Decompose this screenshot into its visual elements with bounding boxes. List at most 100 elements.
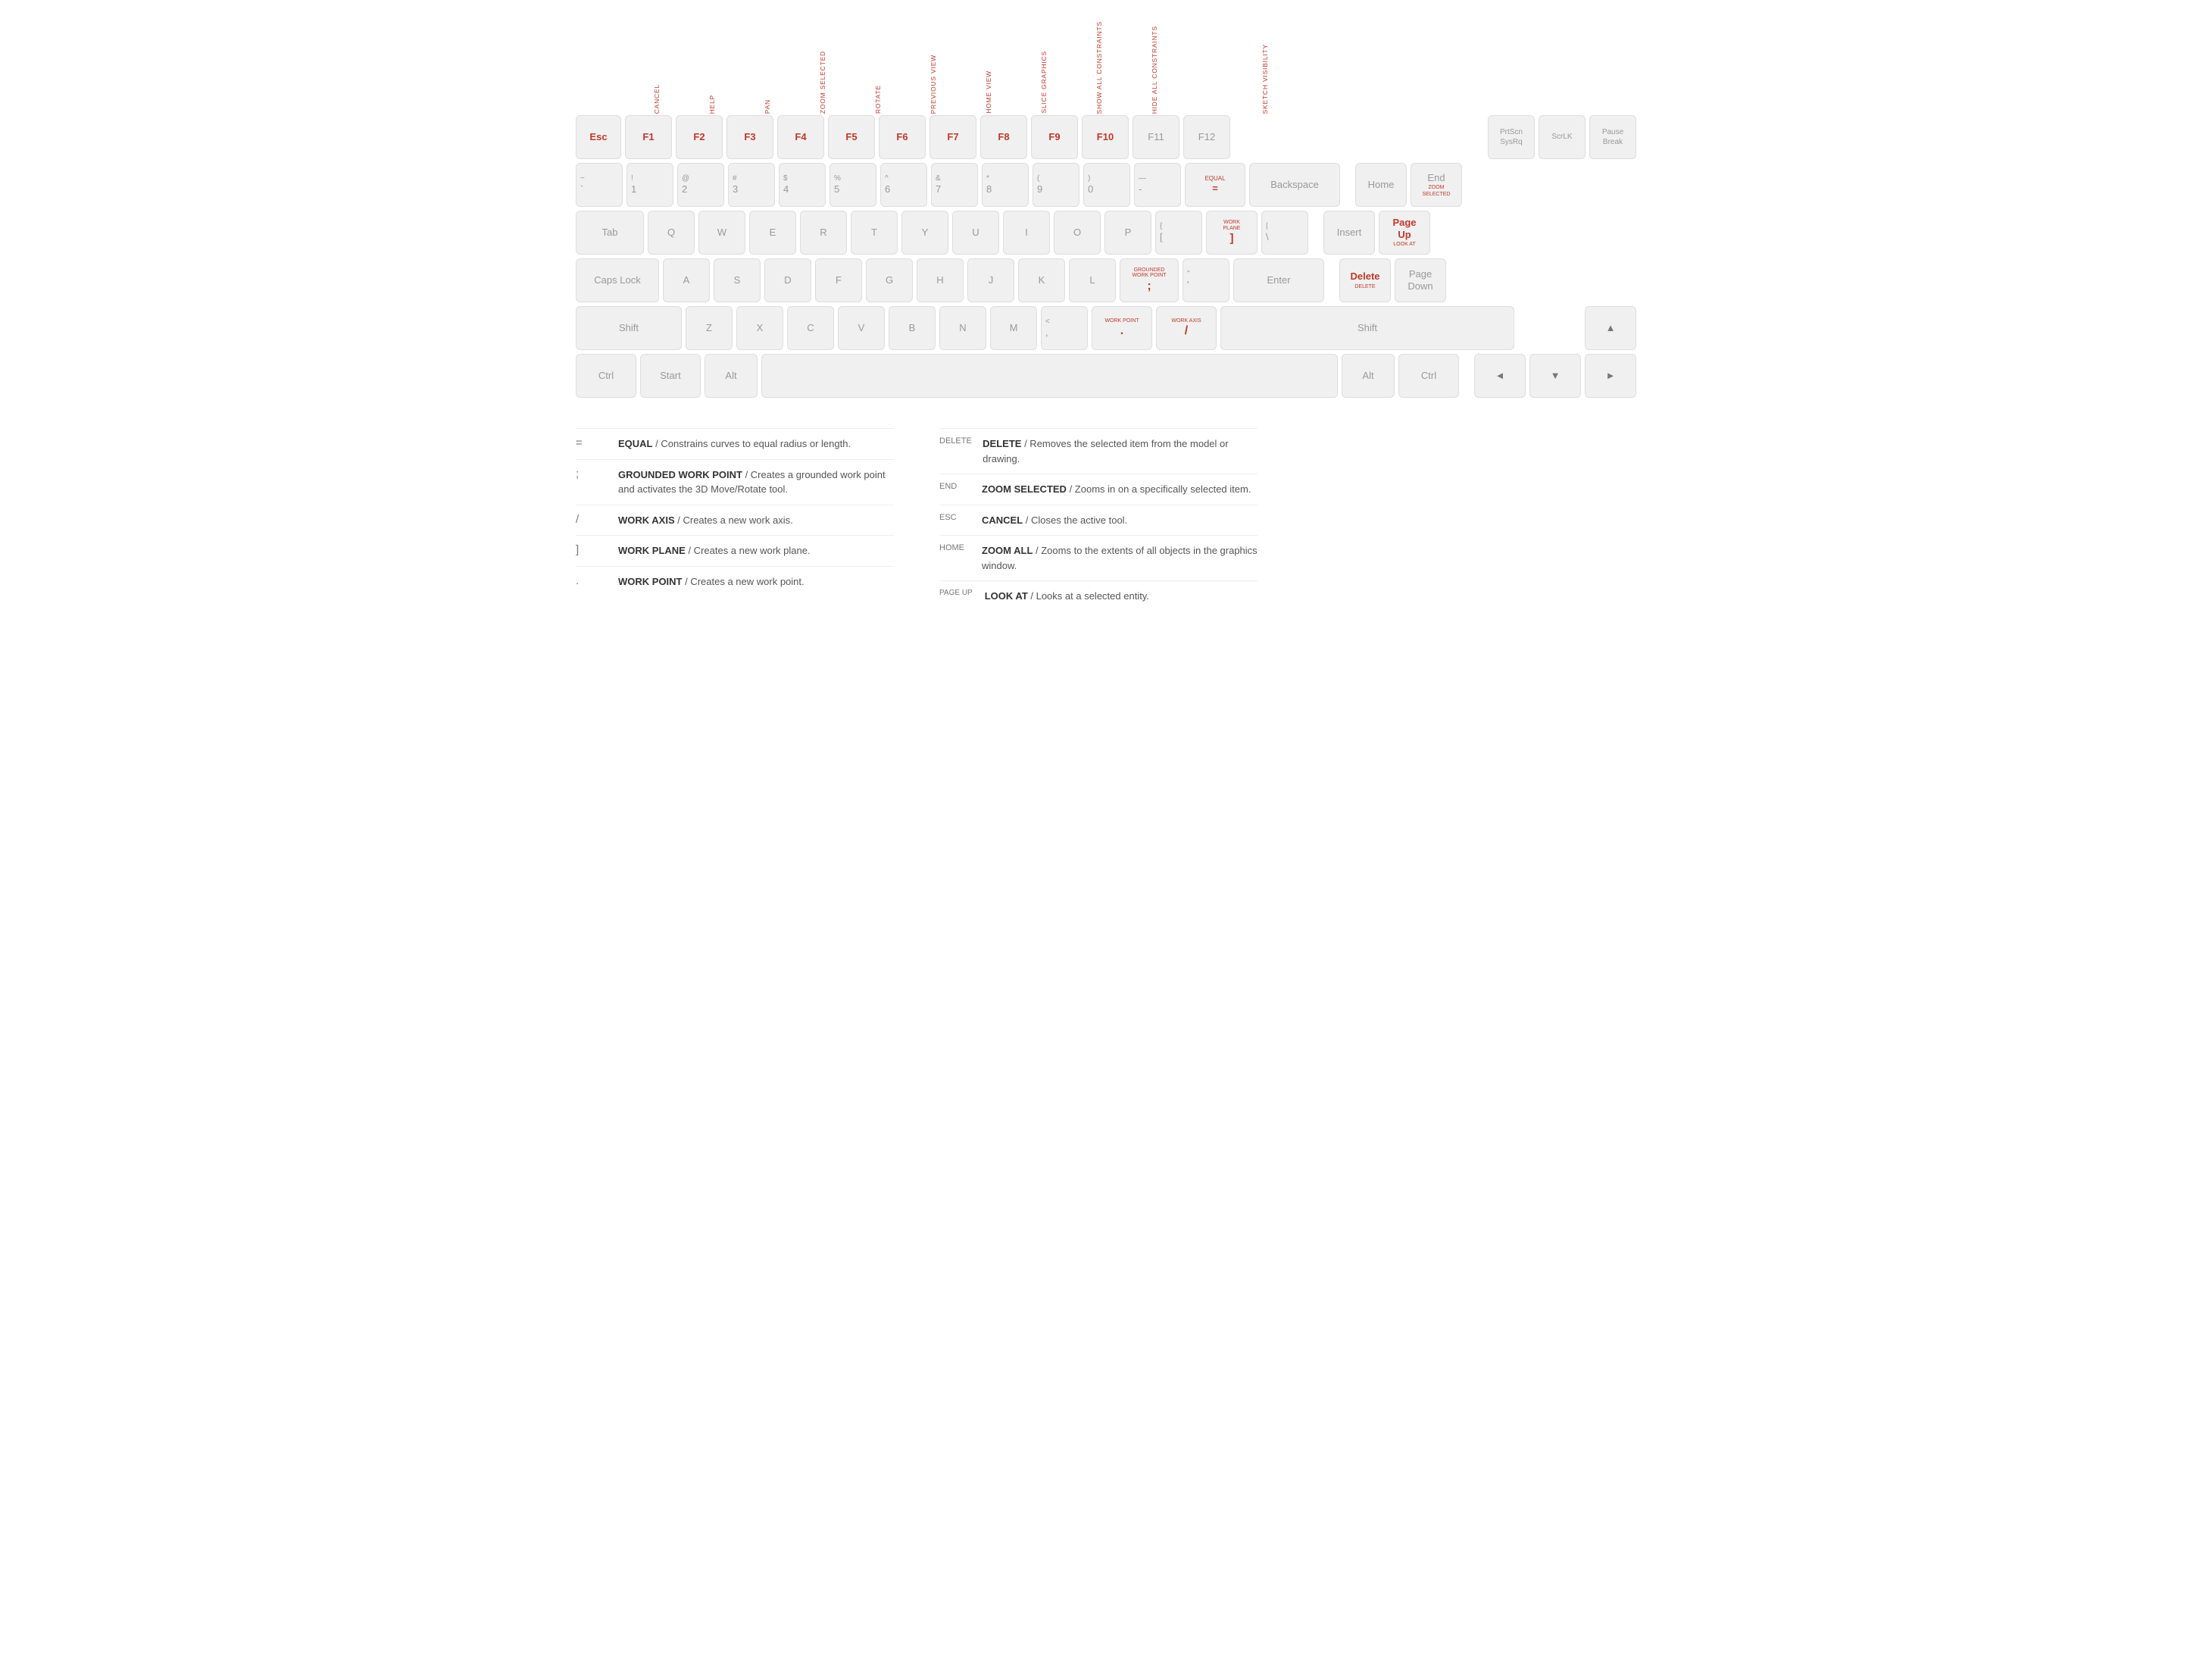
key-b[interactable]: B <box>889 306 936 350</box>
key-tab[interactable]: Tab <box>576 211 644 255</box>
tab-row-gap <box>1312 211 1320 255</box>
key-enter[interactable]: Enter <box>1233 258 1324 302</box>
key-minus[interactable]: — - <box>1134 163 1181 207</box>
key-2[interactable]: @ 2 <box>677 163 724 207</box>
w-label: W <box>717 227 726 239</box>
alt-right-label: Alt <box>1362 370 1373 382</box>
key-f1[interactable]: F1 <box>625 115 672 159</box>
key-n[interactable]: N <box>939 306 986 350</box>
key-alt-right[interactable]: Alt <box>1342 354 1395 398</box>
key-j[interactable]: J <box>967 258 1014 302</box>
key-7[interactable]: & 7 <box>931 163 978 207</box>
key-bracket-close[interactable]: WORKPLANE ] <box>1206 211 1258 255</box>
key-ctrl-right[interactable]: Ctrl <box>1398 354 1459 398</box>
j-label: J <box>989 274 994 286</box>
key-up[interactable]: ▲ <box>1585 306 1636 350</box>
key-pagedown[interactable]: PageDown <box>1395 258 1446 302</box>
key-8[interactable]: * 8 <box>982 163 1029 207</box>
key-4[interactable]: $ 4 <box>779 163 826 207</box>
key-delete[interactable]: Delete DELETE <box>1339 258 1391 302</box>
key-1-bot: 1 <box>631 183 636 195</box>
start-label: Start <box>660 370 680 382</box>
key-5[interactable]: % 5 <box>830 163 876 207</box>
key-left[interactable]: ◄ <box>1474 354 1526 398</box>
key-f9[interactable]: F9 <box>1031 115 1078 159</box>
key-shift-right[interactable]: Shift <box>1220 306 1514 350</box>
key-ctrl-left[interactable]: Ctrl <box>576 354 636 398</box>
fn-label-hide-constraints-text: HIDE ALL CONSTRAINTS <box>1151 26 1158 114</box>
key-start[interactable]: Start <box>640 354 701 398</box>
f5-label: F5 <box>845 131 857 143</box>
key-s[interactable]: S <box>714 258 761 302</box>
key-1[interactable]: ! 1 <box>626 163 673 207</box>
key-0[interactable]: ) 0 <box>1083 163 1130 207</box>
key-6[interactable]: ^ 6 <box>880 163 927 207</box>
key-f7[interactable]: F7 <box>929 115 976 159</box>
key-w[interactable]: W <box>698 211 745 255</box>
key-e[interactable]: E <box>749 211 796 255</box>
key-prtscn[interactable]: PrtScnSysRq <box>1488 115 1535 159</box>
key-f12[interactable]: F12 <box>1183 115 1230 159</box>
key-f8[interactable]: F8 <box>980 115 1027 159</box>
key-f10[interactable]: F10 <box>1082 115 1129 159</box>
key-h[interactable]: H <box>917 258 964 302</box>
key-space[interactable] <box>761 354 1338 398</box>
key-right[interactable]: ► <box>1585 354 1636 398</box>
key-i[interactable]: I <box>1003 211 1050 255</box>
key-down[interactable]: ▼ <box>1529 354 1581 398</box>
key-slash[interactable]: WORK AXIS / <box>1156 306 1217 350</box>
key-pause[interactable]: PauseBreak <box>1589 115 1636 159</box>
key-equal[interactable]: EQUAL = <box>1185 163 1245 207</box>
f8-label: F8 <box>998 131 1009 143</box>
key-f11[interactable]: F11 <box>1133 115 1179 159</box>
legend-delete-key: DELETE <box>939 436 970 446</box>
key-f5[interactable]: F5 <box>828 115 875 159</box>
key-p[interactable]: P <box>1104 211 1151 255</box>
p-label: P <box>1125 227 1132 239</box>
key-tilde[interactable]: ~ ` <box>576 163 623 207</box>
key-insert[interactable]: Insert <box>1323 211 1375 255</box>
key-5-bot: 5 <box>834 183 839 195</box>
key-backspace[interactable]: Backspace <box>1249 163 1340 207</box>
key-f4[interactable]: F4 <box>777 115 824 159</box>
key-d[interactable]: D <box>764 258 811 302</box>
key-home[interactable]: Home <box>1355 163 1407 207</box>
key-pageup[interactable]: PageUp LOOK AT <box>1379 211 1430 255</box>
key-z[interactable]: Z <box>686 306 733 350</box>
key-period[interactable]: WORK POINT . <box>1092 306 1152 350</box>
key-u[interactable]: U <box>952 211 999 255</box>
key-comma[interactable]: < , <box>1041 306 1088 350</box>
key-9[interactable]: ( 9 <box>1033 163 1079 207</box>
key-alt-left[interactable]: Alt <box>705 354 758 398</box>
key-f3[interactable]: F3 <box>726 115 773 159</box>
key-m[interactable]: M <box>990 306 1037 350</box>
key-shift-left[interactable]: Shift <box>576 306 682 350</box>
key-esc[interactable]: Esc <box>576 115 621 159</box>
key-v[interactable]: V <box>838 306 885 350</box>
key-f6[interactable]: F6 <box>879 115 926 159</box>
key-k[interactable]: K <box>1018 258 1065 302</box>
key-y[interactable]: Y <box>901 211 948 255</box>
key-q[interactable]: Q <box>648 211 695 255</box>
fn-label-sketch-vis-text: SKETCH VISIBILITY <box>1261 44 1269 114</box>
key-3[interactable]: # 3 <box>728 163 775 207</box>
key-caps-lock[interactable]: Caps Lock <box>576 258 659 302</box>
key-end[interactable]: End ZOOMSELECTED <box>1411 163 1462 207</box>
key-x[interactable]: X <box>736 306 783 350</box>
key-scrlk[interactable]: ScrLK <box>1539 115 1586 159</box>
key-o[interactable]: O <box>1054 211 1101 255</box>
key-g[interactable]: G <box>866 258 913 302</box>
key-semicolon[interactable]: GROUNDEDWORK POINT ; <box>1120 258 1179 302</box>
key-bracket-open[interactable]: { [ <box>1155 211 1202 255</box>
key-f2[interactable]: F2 <box>676 115 723 159</box>
key-l[interactable]: L <box>1069 258 1116 302</box>
delete-label: Delete <box>1350 270 1379 283</box>
key-a[interactable]: A <box>663 258 710 302</box>
key-t[interactable]: T <box>851 211 898 255</box>
key-quote[interactable]: " ' <box>1183 258 1229 302</box>
key-backslash[interactable]: | \ <box>1261 211 1308 255</box>
key-c[interactable]: C <box>787 306 834 350</box>
key-f[interactable]: F <box>815 258 862 302</box>
legend-period: . WORK POINT / Creates a new work point. <box>576 566 894 597</box>
key-r[interactable]: R <box>800 211 847 255</box>
